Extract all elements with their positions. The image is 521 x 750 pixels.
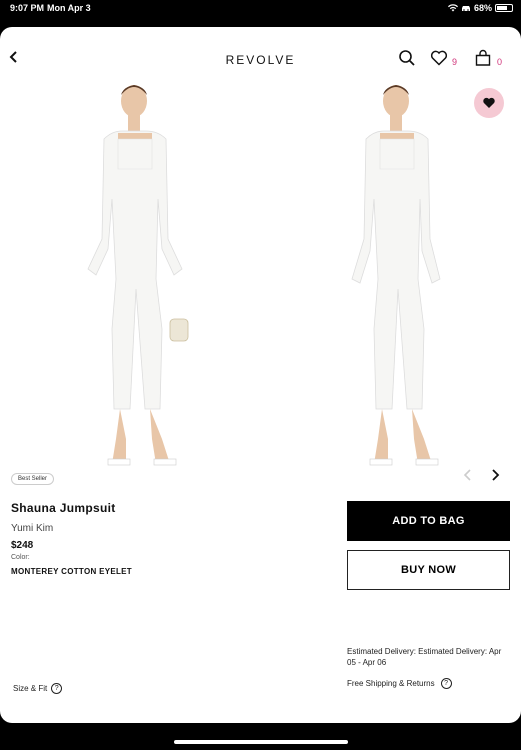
product-sheet: REVOLVE 9 0 Best Seller Shauna Jumpsuit … <box>0 27 521 723</box>
product-gallery[interactable]: Best Seller <box>0 79 521 503</box>
bag-count: 0 <box>497 57 503 67</box>
top-nav: REVOLVE 9 0 <box>0 27 521 80</box>
car-icon <box>461 6 470 11</box>
color-label: Color: <box>11 554 30 561</box>
help-icon[interactable]: ? <box>51 683 63 694</box>
product-image-side[interactable] <box>330 79 460 479</box>
size-fit-label: Size & Fit <box>13 684 48 693</box>
product-image-front[interactable] <box>70 79 200 479</box>
shipping-label: Free Shipping & Returns <box>347 679 435 688</box>
battery-icon <box>495 4 513 12</box>
chevron-left-icon[interactable] <box>461 468 475 482</box>
buy-now-button[interactable]: BUY NOW <box>347 550 510 590</box>
battery-percent: 68% <box>473 3 492 13</box>
status-date: Mon Apr 3 <box>47 3 91 13</box>
wishlist-count: 9 <box>452 57 458 67</box>
help-icon[interactable]: ? <box>440 678 452 689</box>
product-title: Shauna Jumpsuit <box>11 501 116 515</box>
wifi-icon <box>447 4 458 12</box>
product-brand[interactable]: Yumi Kim <box>11 523 132 534</box>
size-fit-link[interactable]: Size & Fit ? <box>13 683 63 694</box>
status-right: 68% <box>447 3 513 13</box>
status-bar: 9:07 PM Mon Apr 3 68% <box>0 0 521 18</box>
chevron-right-icon[interactable] <box>488 468 502 482</box>
status-time: 9:07 PM <box>10 3 45 13</box>
best-seller-badge: Best Seller <box>11 473 55 485</box>
heart-filled-icon <box>483 97 495 109</box>
home-indicator[interactable] <box>174 740 348 744</box>
estimated-delivery: Estimated Delivery: Estimated Delivery: … <box>347 647 502 667</box>
free-shipping-link[interactable]: Free Shipping & Returns ? <box>347 678 452 689</box>
color-value: MONTEREY COTTON EYELET <box>11 567 132 576</box>
add-to-bag-button[interactable]: ADD TO BAG <box>347 501 510 541</box>
product-price: $248 <box>11 540 34 551</box>
bag-icon[interactable] <box>474 49 492 67</box>
favorite-button[interactable] <box>474 88 504 118</box>
heart-icon[interactable] <box>430 49 448 67</box>
product-info: Shauna Jumpsuit Yumi Kim $248 Color: MON… <box>11 501 132 576</box>
search-icon[interactable] <box>398 49 416 67</box>
